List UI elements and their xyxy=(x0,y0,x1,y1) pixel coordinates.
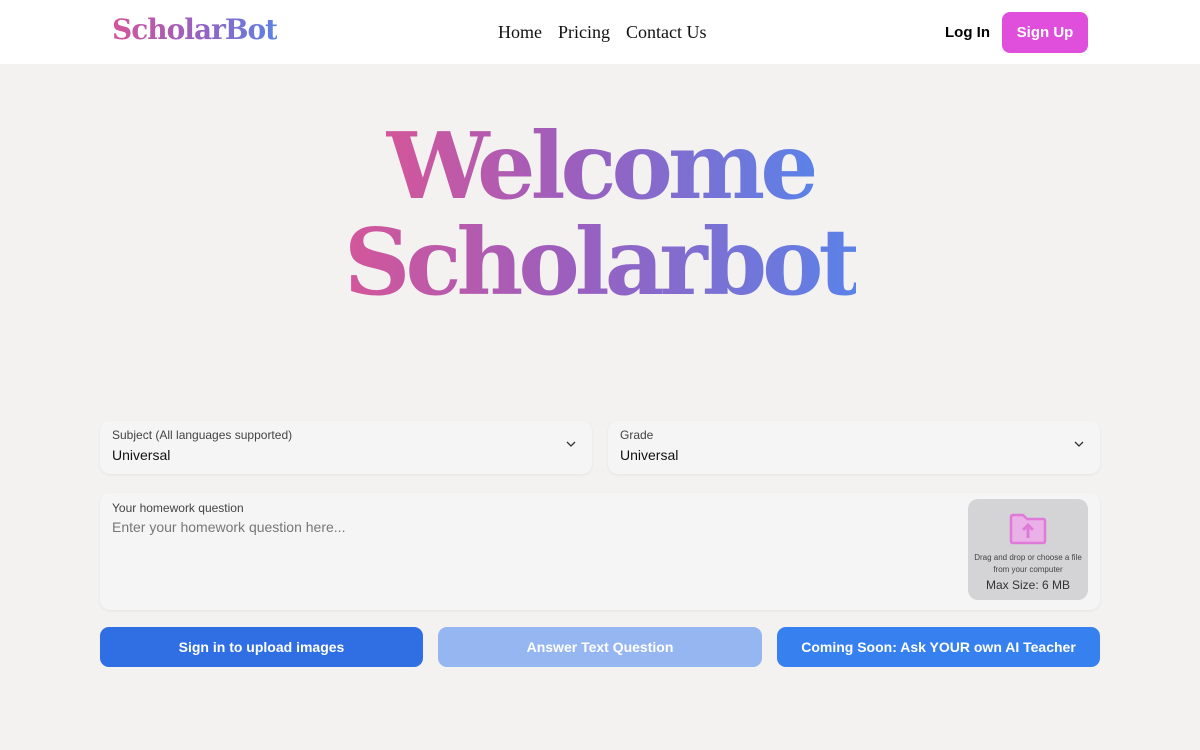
folder-upload-icon xyxy=(1009,513,1047,545)
question-input[interactable] xyxy=(112,519,952,599)
nav-pricing[interactable]: Pricing xyxy=(558,22,610,43)
logo[interactable]: ScholarBot xyxy=(112,13,278,46)
grade-select[interactable]: Grade Universal xyxy=(608,421,1100,474)
upload-hint: Drag and drop or choose a file from your… xyxy=(974,553,1082,574)
main-nav: Home Pricing Contact Us xyxy=(498,22,707,43)
subject-label: Subject (All languages supported) xyxy=(112,428,293,442)
subject-select[interactable]: Subject (All languages supported) Univer… xyxy=(100,421,592,474)
subject-value: Universal xyxy=(112,447,171,463)
ai-teacher-button[interactable]: Coming Soon: Ask YOUR own AI Teacher xyxy=(777,627,1100,667)
signup-button[interactable]: Sign Up xyxy=(1002,12,1088,53)
hero-title: Welcome Scholarbot xyxy=(0,118,1200,310)
grade-label: Grade xyxy=(620,428,654,442)
question-box: Your homework question Drag and drop or … xyxy=(100,493,1100,610)
chevron-down-icon xyxy=(1074,441,1084,447)
hero-line-1: Welcome xyxy=(386,112,819,220)
login-link[interactable]: Log In xyxy=(945,24,990,41)
upload-max-size: Max Size: 6 MB xyxy=(985,578,1071,592)
hero-line-2: Scholarbot xyxy=(344,208,861,316)
grade-value: Universal xyxy=(620,447,679,463)
file-dropzone[interactable]: Drag and drop or choose a file from your… xyxy=(968,499,1088,600)
upload-images-button[interactable]: Sign in to upload images xyxy=(100,627,423,667)
question-label: Your homework question xyxy=(112,501,244,515)
top-navbar: ScholarBot Home Pricing Contact Us Log I… xyxy=(0,0,1200,64)
answer-text-button[interactable]: Answer Text Question xyxy=(438,627,762,667)
chevron-down-icon xyxy=(566,441,576,447)
nav-contact-us[interactable]: Contact Us xyxy=(626,22,707,43)
nav-home[interactable]: Home xyxy=(498,22,542,43)
